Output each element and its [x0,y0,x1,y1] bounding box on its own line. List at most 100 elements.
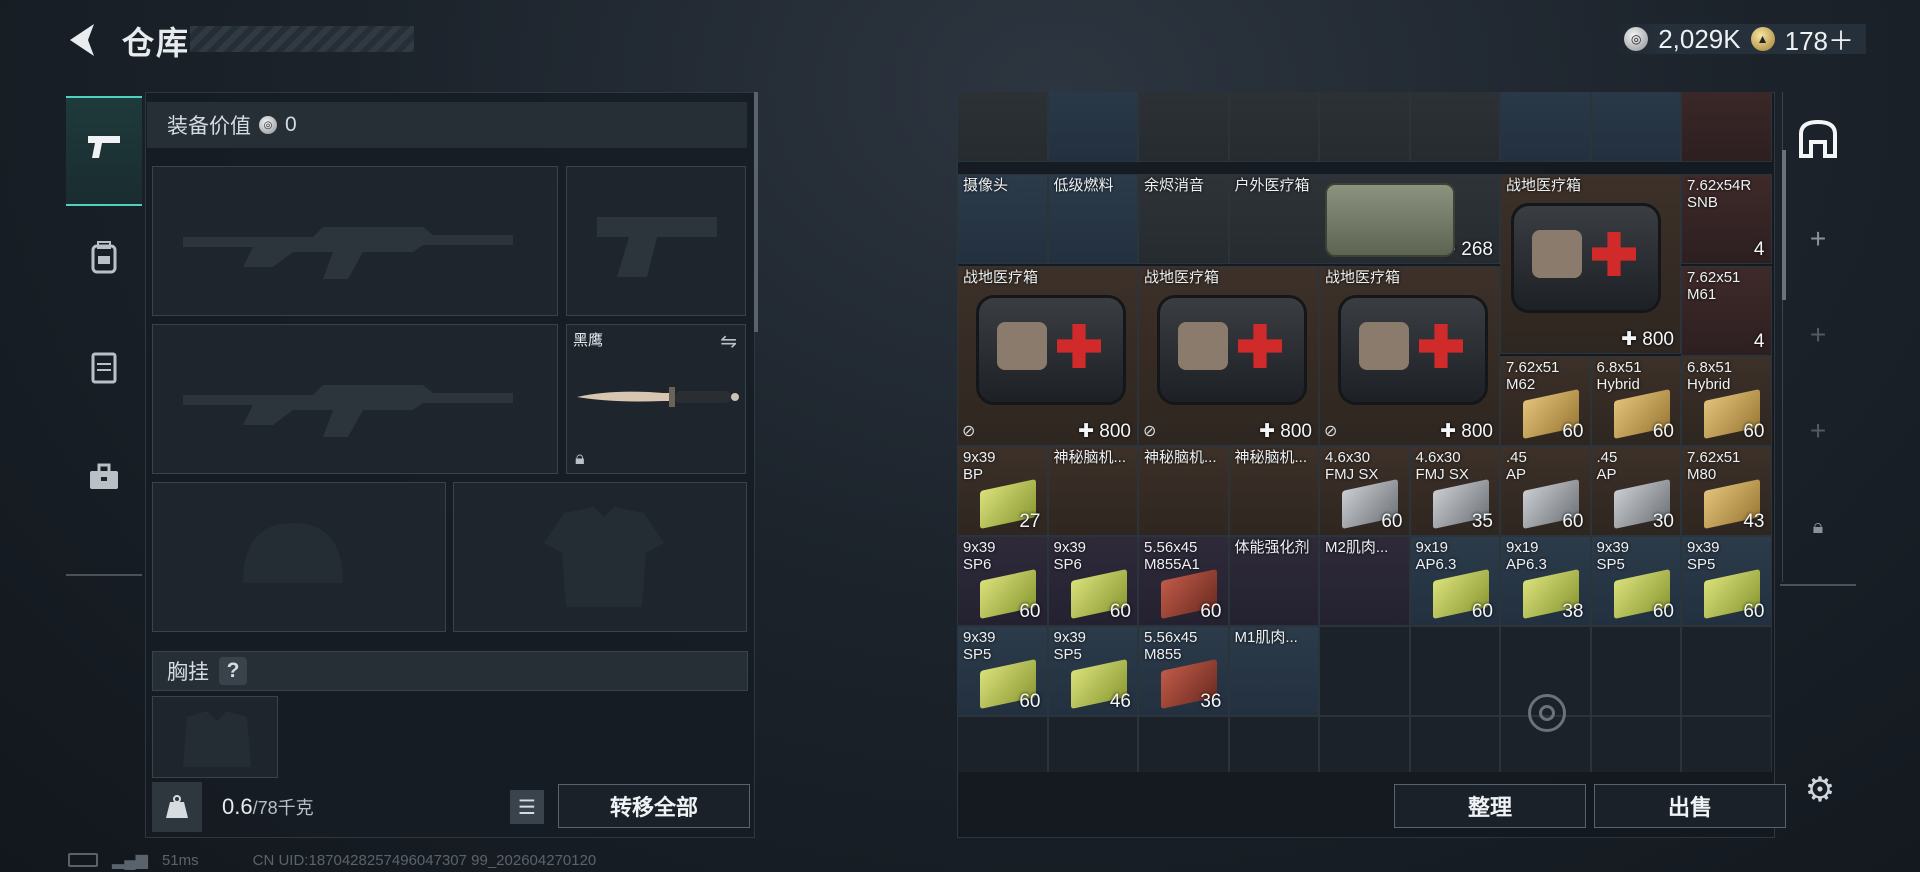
add-stash-tab-1[interactable]: + [1778,194,1858,284]
armor-slot[interactable] [453,482,747,632]
list-view-button[interactable]: ☰ [510,790,544,824]
stash-item[interactable]: 阅读笔 [1228,92,1319,162]
empty-stash-cell[interactable] [1681,626,1772,716]
stash-item[interactable]: 6.8x51 Hybrid 60 [1681,356,1772,446]
sidearm-slot[interactable] [566,166,746,316]
stash-item[interactable]: 4.6x30 FMJ SX 35 [1409,446,1500,536]
stash-item[interactable]: .45 AP 30 [1590,446,1681,536]
stash-item[interactable]: 9x39 SP6 60 [957,536,1048,626]
empty-stash-cell[interactable] [1319,716,1410,772]
list-icon: ☰ [518,796,536,819]
empty-stash-cell[interactable] [1409,716,1500,772]
stash-item[interactable]: 低级燃料 [1047,174,1138,264]
stash-item[interactable]: 6.8x51 Hybrid 60 [1590,356,1681,446]
stash-item[interactable]: 余烬消音 [1138,174,1229,264]
stash-item[interactable]: 神秘脑机... [1138,446,1229,536]
chest-rig-slot[interactable] [152,696,278,778]
stash-item[interactable]: 9x19 AP6.3 60 [1409,536,1500,626]
item-count: 43 [1743,511,1765,532]
add-stash-tab-3[interactable]: + [1778,386,1858,476]
back-button[interactable] [64,20,104,60]
stash-item[interactable]: M1肌肉... [1228,626,1319,716]
stash-scrollbar[interactable] [1782,150,1786,300]
stash-item[interactable]: 9x39 BP 27 [957,446,1048,536]
item-name: 9x39 BP [963,449,996,483]
stash-item[interactable]: 7.62x51 M61 4 [1681,266,1772,356]
stash-item[interactable]: 9x39 SP5 60 [957,626,1048,716]
transfer-all-button[interactable]: 转移全部 [558,784,750,828]
stash-item[interactable]: 7.62x51 M62 60 [1500,356,1591,446]
stash-item[interactable]: 9x39 SP5 60 [1590,536,1681,626]
stash-item[interactable]: 5.56x45 M855A1 60 [1138,536,1229,626]
stash-item[interactable]: 高级燃料 [1590,92,1681,162]
item-count: 46 [1109,691,1131,712]
helmet-slot[interactable] [152,482,446,632]
stash-item[interactable]: 9x39 SP6 60 [1047,536,1138,626]
gold-amount[interactable]: 178＋ [1785,21,1854,58]
stash-item[interactable]: 体能强化剂 [1228,536,1319,626]
stash-item[interactable]: 高级燃料 [1500,92,1591,162]
empty-stash-cell[interactable] [957,716,1048,772]
item-count: 4 [1753,239,1765,260]
secondary-weapon-slot[interactable] [152,324,558,474]
item-name: 9x39 SP5 [1687,539,1720,573]
stash-item[interactable]: 可乐 [1681,92,1772,162]
empty-stash-cell[interactable] [1319,626,1410,716]
stash-item[interactable]: 9x19 AP6.3 38 [1500,536,1591,626]
swap-icon[interactable]: ⇋ [720,329,737,354]
stash-item[interactable]: 9x39 SP5 60 [1681,536,1772,626]
stash-item[interactable]: 战地医疗箱 ✚ 800 ⊘ [1319,266,1500,446]
stash-item[interactable]: 摄像头 [957,174,1048,264]
sort-button[interactable]: 整理 [1394,784,1586,828]
stash-tab-main[interactable] [1778,94,1858,184]
user-uid: CN UID:1870428257496047307 99_2026042701… [252,851,597,869]
stash-item[interactable]: 内存条 [1409,92,1500,162]
stash-item[interactable]: 战地医疗箱 ✚ 800 ⊘ [957,266,1138,446]
empty-stash-cell[interactable] [1047,716,1138,772]
stash-item[interactable]: M2肌肉... [1319,536,1410,626]
stash-item[interactable]: 7.62x51 M80 43 [1681,446,1772,536]
status-footer: ▂▄▆ 51ms CN UID:1870428257496047307 99_2… [68,850,596,870]
stash-item[interactable]: 急救喷雾 [957,92,1048,162]
empty-stash-cell[interactable] [1590,626,1681,716]
item-count: 60 [1019,601,1041,622]
help-button[interactable]: ? [219,657,247,685]
stash-item[interactable]: 启动耳环 [1138,92,1229,162]
empty-stash-cell[interactable] [1409,626,1500,716]
stash-item[interactable]: 7.62x54R SNB 4 [1681,174,1772,264]
medkit-icon [1338,295,1488,405]
sell-button[interactable]: 出售 [1594,784,1786,828]
stash-item[interactable]: 5.56x45 M855 36 [1138,626,1229,716]
melee-item-name: 黑鹰 [573,332,604,349]
equipment-scrollbar[interactable] [754,92,758,332]
stash-item[interactable]: 4.6x30 FMJ SX 60 [1319,446,1410,536]
locked-stash-tab[interactable]: 🔒︎ [1778,482,1858,572]
stash-item[interactable]: 神秘脑机... [1228,446,1319,536]
item-name: 战地医疗箱 [1144,269,1220,286]
item-count: 4 [1753,331,1765,352]
empty-stash-cell[interactable] [1590,716,1681,772]
item-name: 7.62x51 M80 [1687,449,1741,483]
stash-item[interactable]: 图腾箭头 [1047,92,1138,162]
add-stash-tab-2[interactable]: + [1778,290,1858,380]
empty-stash-cell[interactable] [1681,716,1772,772]
empty-stash-cell[interactable] [1138,716,1229,772]
rail-item-weapons[interactable] [66,96,142,206]
stash-item[interactable]: 战地医疗箱 ✚ 800 [1500,174,1681,354]
item-durability: ✚ 800 [1078,421,1131,442]
scroll-target-icon[interactable] [1528,694,1566,732]
rail-item-toolbox[interactable] [66,426,142,536]
stash-item[interactable]: 神秘脑机... [1047,446,1138,536]
stash-item[interactable]: 9x39 SP5 46 [1047,626,1138,716]
stash-item[interactable]: .45 AP 60 [1500,446,1591,536]
stash-item[interactable]: 战地医疗箱 ✚ 800 ⊘ [1138,266,1319,446]
item-name: 9x39 SP6 [963,539,996,573]
stash-item[interactable]: 固态硬盘 [1319,92,1410,162]
stash-item[interactable]: 户外医疗箱 ✚ 268 [1228,174,1500,264]
melee-slot[interactable]: 黑鹰 ⇋ 🔒︎ [566,324,746,474]
empty-stash-cell[interactable] [1228,716,1319,772]
primary-weapon-slot[interactable] [152,166,558,316]
settings-button[interactable]: ⚙ [1800,770,1840,810]
rail-item-vest[interactable] [66,316,142,426]
rail-item-backpack[interactable] [66,206,142,316]
